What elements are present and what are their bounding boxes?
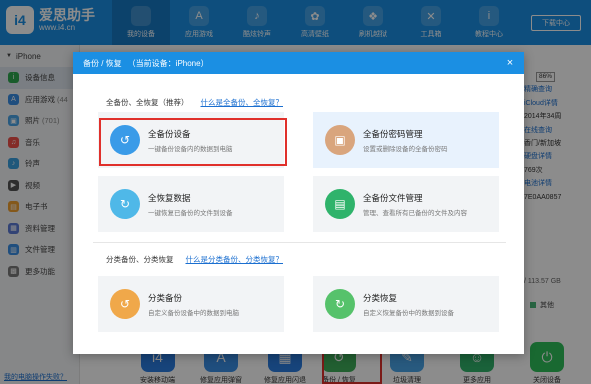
option-card-icon: ↻ [110, 189, 140, 219]
option-card-description: 设置或删除设备的全备份密码 [363, 145, 448, 153]
section-title: 全备份、全恢复（推荐） [106, 98, 189, 107]
close-icon[interactable]: × [502, 55, 518, 71]
section-title: 分类备份、分类恢复 [106, 255, 174, 264]
option-card[interactable]: ↻ 分类恢复自定义恢复备份中的数据到设备 [313, 276, 499, 332]
category-backup-section-title: 分类备份、分类恢复 什么是分类备份、分类恢复？ [106, 254, 283, 265]
dialog-header: 备份 / 恢复 （当前设备：iPhone） × [73, 52, 524, 74]
option-card-description: 自定义恢复备份中的数据到设备 [363, 309, 454, 317]
option-card[interactable]: ↺ 分类备份自定义备份设备中的数据到电脑 [98, 276, 284, 332]
full-backup-help-link[interactable]: 什么是全备份、全恢复？ [201, 97, 284, 108]
option-card[interactable]: ▣ 全备份密码管理设置或删除设备的全备份密码 [313, 112, 499, 168]
option-card[interactable]: ↻ 全恢复数据一键恢复已备份的文件到设备 [98, 176, 284, 232]
option-card-title: 分类恢复 [363, 292, 398, 303]
option-card[interactable]: ▤ 全备份文件管理管理、查看所有已备份的文件及内容 [313, 176, 499, 232]
option-card-icon: ▤ [325, 189, 355, 219]
full-backup-highlight [99, 118, 287, 166]
dialog-subtitle: （当前设备：iPhone） [127, 58, 209, 68]
option-card-description: 管理、查看所有已备份的文件及内容 [363, 209, 467, 217]
option-card-description: 一键恢复已备份的文件到设备 [148, 209, 233, 217]
dialog-title: 备份 / 恢复 [83, 58, 122, 68]
option-card-title: 全恢复数据 [148, 192, 191, 203]
backup-restore-dialog: 备份 / 恢复 （当前设备：iPhone） × 全备份、全恢复（推荐） 什么是全… [73, 52, 524, 354]
option-card-description: 自定义备份设备中的数据到电脑 [148, 309, 239, 317]
category-backup-help-link[interactable]: 什么是分类备份、分类恢复？ [186, 254, 284, 265]
option-card-title: 分类备份 [148, 292, 183, 303]
option-card-icon: ↺ [110, 289, 140, 319]
option-card-icon: ↻ [325, 289, 355, 319]
full-backup-section-title: 全备份、全恢复（推荐） 什么是全备份、全恢复？ [106, 97, 283, 108]
section-divider [93, 242, 506, 243]
option-card-title: 全备份文件管理 [363, 192, 423, 203]
option-card-title: 全备份密码管理 [363, 128, 423, 139]
option-card-icon: ▣ [325, 125, 355, 155]
